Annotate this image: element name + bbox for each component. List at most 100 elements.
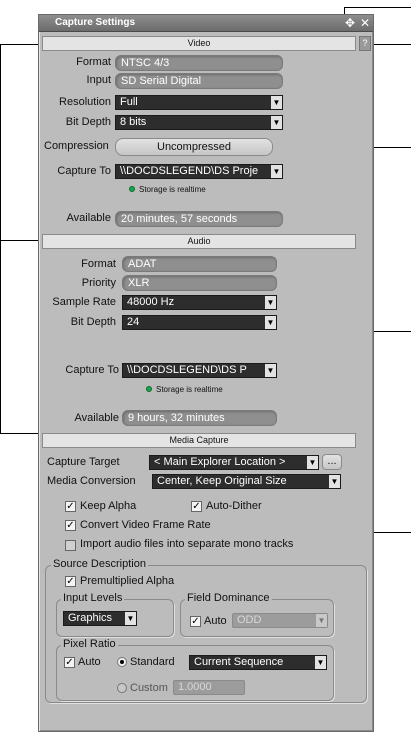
custom-radio[interactable]: [117, 683, 127, 693]
standard-dropdown[interactable]: Current Sequence ▼: [189, 655, 327, 670]
resolution-dropdown[interactable]: Full ▼: [115, 95, 283, 110]
help-icon[interactable]: ?: [359, 36, 371, 51]
audio-storage-status-led: [146, 386, 152, 392]
video-storage-status: Storage is realtime: [139, 185, 206, 194]
audio-capture-to-value: \\DOCDSLEGEND\DS P: [127, 364, 247, 376]
custom-label: Custom: [130, 682, 168, 694]
pin-icon[interactable]: ✥: [343, 16, 357, 30]
video-available-label: Available: [66, 212, 111, 224]
media-capture-section-header[interactable]: Media Capture: [42, 433, 356, 448]
audio-capture-to-label: Capture To: [65, 364, 119, 376]
pixel-ratio-title: Pixel Ratio: [61, 638, 118, 650]
auto-dither-label: Auto-Dither: [206, 500, 262, 512]
callout-audio-line: [374, 331, 411, 332]
window-title: Capture Settings: [55, 17, 136, 28]
audio-storage-status: Storage is realtime: [156, 385, 223, 394]
source-description-title: Source Description: [51, 558, 148, 570]
pixel-auto-label: Auto: [78, 656, 101, 668]
premultiplied-alpha-checkbox[interactable]: ✓: [65, 576, 76, 587]
auto-dither-checkbox[interactable]: ✓: [191, 501, 202, 512]
video-format-field: NTSC 4/3: [115, 55, 283, 71]
import-mono-checkbox[interactable]: [65, 540, 76, 551]
chevron-down-icon: ▼: [265, 364, 276, 377]
custom-ratio-field[interactable]: 1.0000: [173, 680, 245, 695]
storage-status-led: [129, 186, 135, 192]
input-levels-dropdown[interactable]: Graphics ▼: [63, 611, 137, 626]
close-icon[interactable]: ✕: [358, 16, 372, 30]
chevron-down-icon: ▼: [125, 612, 136, 625]
chevron-down-icon: ▼: [265, 296, 276, 309]
samplerate-value: 48000 Hz: [127, 296, 175, 308]
field-auto-checkbox[interactable]: ✓: [190, 616, 201, 627]
chevron-down-icon: ▼: [271, 96, 282, 109]
audio-bitdepth-label: Bit Depth: [70, 316, 116, 328]
audio-section-header[interactable]: Audio: [42, 234, 356, 249]
media-conversion-label: Media Conversion: [47, 475, 136, 487]
resolution-value: Full: [120, 96, 138, 108]
video-available-field: 20 minutes, 57 seconds: [115, 211, 283, 227]
audio-priority-field: XLR: [122, 275, 277, 291]
samplerate-dropdown[interactable]: 48000 Hz ▼: [122, 295, 277, 310]
premultiplied-alpha-label: Premultiplied Alpha: [80, 575, 175, 587]
video-format-label: Format: [76, 56, 111, 68]
audio-format-label: Format: [81, 258, 116, 270]
keep-alpha-checkbox[interactable]: ✓: [65, 501, 76, 512]
compression-button[interactable]: Uncompressed: [115, 138, 273, 156]
convert-frame-rate-label: Convert Video Frame Rate: [80, 519, 211, 531]
standard-radio[interactable]: [117, 657, 127, 667]
callout-bracket-audio-vertical: [0, 240, 1, 433]
keep-alpha-label: Keep Alpha: [80, 500, 137, 512]
chevron-down-icon: ▼: [307, 456, 318, 469]
media-conversion-dropdown[interactable]: Center, Keep Original Size ▼: [152, 474, 341, 489]
callout-source-line: [374, 532, 411, 533]
capture-settings-panel: Capture Settings ✥ ✕ Video ? Format NTSC…: [38, 14, 374, 732]
video-bitdepth-label: Bit Depth: [65, 116, 111, 128]
audio-available-field: 9 hours, 32 minutes: [122, 410, 277, 426]
audio-available-label: Available: [74, 412, 119, 424]
field-dominance-value: ODD: [237, 614, 262, 626]
pixel-auto-checkbox[interactable]: ✓: [64, 657, 75, 668]
audio-bitdepth-dropdown[interactable]: 24 ▼: [122, 315, 277, 330]
audio-priority-label: Priority: [81, 277, 116, 289]
chevron-down-icon: ▼: [329, 475, 340, 488]
callout-bracket-video-vertical: [0, 44, 1, 240]
capture-target-label: Capture Target: [47, 456, 120, 468]
chevron-down-icon: ▼: [316, 614, 327, 627]
chevron-down-icon: ▼: [271, 116, 282, 129]
media-conversion-value: Center, Keep Original Size: [157, 475, 287, 487]
chevron-down-icon: ▼: [315, 656, 326, 669]
capture-target-value: < Main Explorer Location >: [154, 456, 286, 468]
samplerate-label: Sample Rate: [52, 296, 116, 308]
video-capture-to-label: Capture To: [57, 165, 111, 177]
callout-compression-line: [374, 147, 411, 148]
video-bitdepth-value: 8 bits: [120, 116, 147, 128]
title-bar[interactable]: Capture Settings ✥ ✕: [39, 15, 373, 32]
audio-format-field: ADAT: [122, 256, 277, 272]
input-levels-value: Graphics: [68, 612, 113, 624]
callout-help-line: [370, 44, 411, 45]
browse-button[interactable]: ...: [322, 454, 342, 470]
audio-capture-to-dropdown[interactable]: \\DOCDSLEGEND\DS P ▼: [122, 363, 277, 378]
video-bitdepth-dropdown[interactable]: 8 bits ▼: [115, 115, 283, 130]
import-mono-label: Import audio files into separate mono tr…: [80, 538, 294, 550]
chevron-down-icon: ▼: [265, 316, 276, 329]
field-auto-label: Auto: [204, 615, 227, 627]
capture-target-dropdown[interactable]: < Main Explorer Location > ▼: [149, 455, 319, 470]
field-dominance-dropdown[interactable]: ODD ▼: [232, 613, 328, 628]
standard-value: Current Sequence: [194, 656, 284, 668]
compression-label: Compression: [44, 140, 109, 152]
chevron-down-icon: ▼: [271, 165, 282, 178]
video-capture-to-value: \\DOCDSLEGEND\DS Proje: [120, 165, 259, 177]
resolution-label: Resolution: [59, 96, 111, 108]
video-section-header[interactable]: Video: [42, 36, 356, 51]
audio-bitdepth-value: 24: [127, 316, 140, 328]
callout-settings-horizontal: [344, 7, 411, 8]
field-dominance-title: Field Dominance: [185, 592, 272, 604]
input-levels-title: Input Levels: [61, 592, 125, 604]
callout-bracket-audio-bottom: [0, 433, 40, 434]
video-input-field: SD Serial Digital: [115, 73, 283, 89]
convert-frame-rate-checkbox[interactable]: ✓: [65, 520, 76, 531]
video-capture-to-dropdown[interactable]: \\DOCDSLEGEND\DS Proje ▼: [115, 164, 283, 179]
standard-label: Standard: [130, 656, 175, 668]
video-input-label: Input: [86, 74, 111, 86]
